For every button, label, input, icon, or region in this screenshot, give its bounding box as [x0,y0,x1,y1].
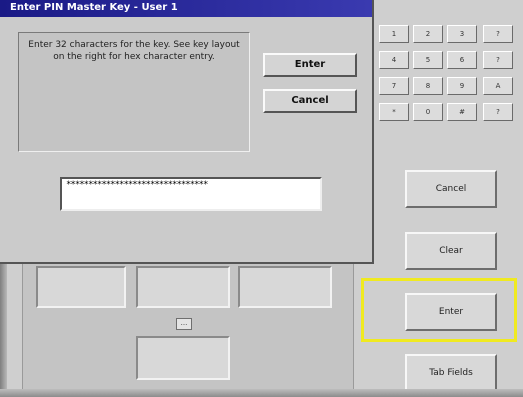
enter-button[interactable]: Enter [263,53,357,77]
display-slot-1 [36,266,126,308]
dialog-titlebar[interactable]: Enter PIN Master Key - User 1 [0,0,372,17]
key-row1-extra[interactable]: ? [483,25,513,43]
key-star[interactable]: * [379,103,409,121]
key-8[interactable]: 8 [413,77,443,95]
mini-button[interactable]: ... [176,318,192,330]
pin-key-dialog: Enter PIN Master Key - User 1 Enter 32 c… [0,0,374,264]
display-slot-3 [238,266,332,308]
side-button-cancel[interactable]: Cancel [405,170,497,208]
key-3[interactable]: 3 [447,25,477,43]
key-hash[interactable]: # [447,103,477,121]
instruction-text: Enter 32 characters for the key. See key… [28,40,240,62]
display-slot-2 [136,266,230,308]
side-button-clear[interactable]: Clear [405,232,497,270]
side-button-enter[interactable]: Enter [405,293,497,331]
key-5[interactable]: 5 [413,51,443,69]
key-9[interactable]: 9 [447,77,477,95]
dialog-title: Enter PIN Master Key - User 1 [10,2,178,13]
display-slot-4 [136,336,230,380]
key-4[interactable]: 4 [379,51,409,69]
key-7[interactable]: 7 [379,77,409,95]
key-0[interactable]: 0 [413,103,443,121]
key-row2-extra[interactable]: ? [483,51,513,69]
key-6[interactable]: 6 [447,51,477,69]
cancel-button[interactable]: Cancel [263,89,357,113]
key-a[interactable]: A [483,77,513,95]
key-2[interactable]: 2 [413,25,443,43]
window-frame-bottom [0,389,523,397]
instruction-box: Enter 32 characters for the key. See key… [18,32,250,152]
side-button-tab-fields[interactable]: Tab Fields [405,354,497,392]
key-input-field[interactable]: ******************************** [60,177,322,211]
key-1[interactable]: 1 [379,25,409,43]
key-row4-extra[interactable]: ? [483,103,513,121]
hex-keypad: 1 2 3 ? 4 5 6 ? 7 8 9 A * 0 # ? [373,25,518,125]
